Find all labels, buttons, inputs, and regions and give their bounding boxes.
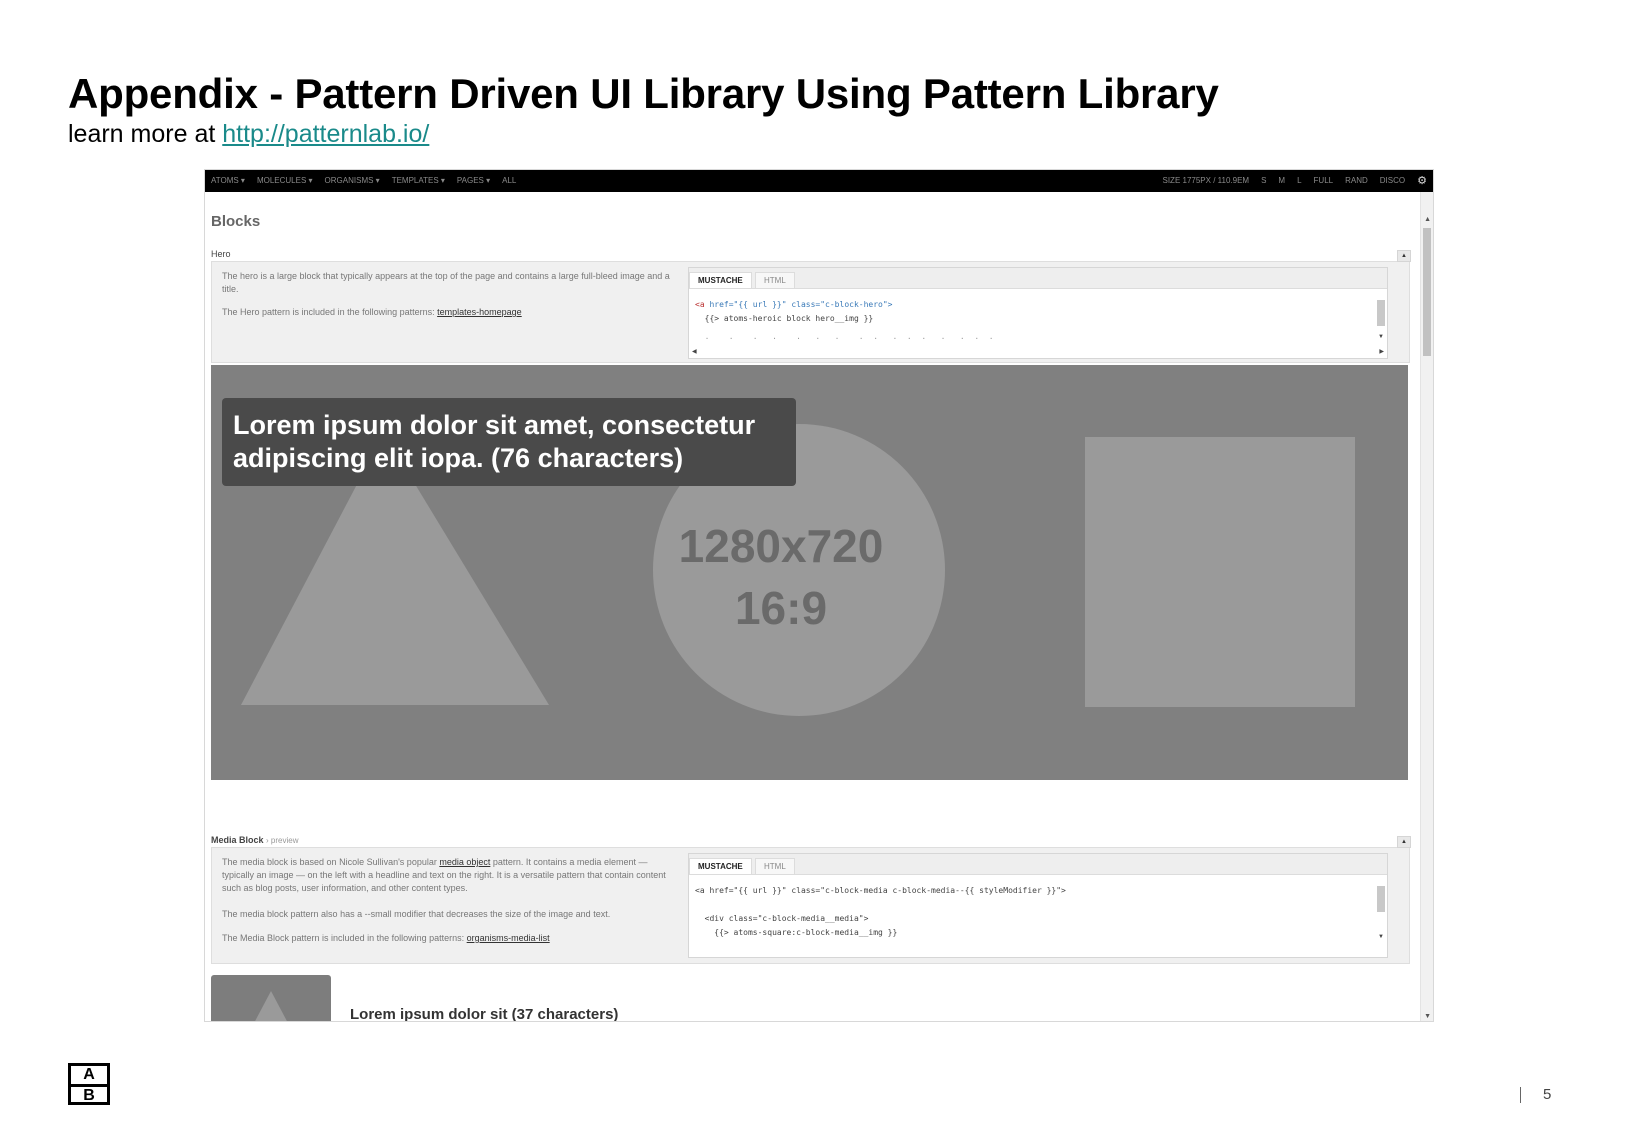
size-disco-button[interactable]: DISCO	[1380, 176, 1405, 185]
hero-code-line-1: <a href="{{ url }}" class="c-block-hero"…	[695, 298, 892, 312]
image-ratio-text: 16:9	[734, 582, 828, 634]
hero-code-line-2: {{> atoms-heroic block hero__img }}	[695, 314, 874, 323]
media-block-pattern-label[interactable]: Media Block › preview	[211, 835, 298, 845]
tab-html[interactable]: HTML	[755, 858, 795, 874]
image-size-text: 1280x720	[678, 520, 884, 572]
nav-item-pages[interactable]: PAGES ▾	[457, 176, 490, 185]
hero-pattern-label[interactable]: Hero	[211, 249, 231, 259]
hero-pattern-note: The Hero pattern is included in the foll…	[222, 306, 672, 319]
size-rand-button[interactable]: RAND	[1345, 176, 1368, 185]
nav-item-all[interactable]: ALL	[502, 176, 516, 185]
code-scroll-down-icon[interactable]: ▼	[1378, 934, 1384, 940]
slide-title: Appendix - Pattern Driven UI Library Usi…	[68, 70, 1219, 117]
hero-pattern-link[interactable]: templates-homepage	[437, 307, 522, 317]
code-scroll-down-icon[interactable]: ▼	[1378, 334, 1384, 340]
media-code-line-2: <div class="c-block-media__media">	[695, 914, 869, 923]
subtitle-prefix: learn more at	[68, 120, 223, 148]
media-desc-pre: The media block is based on Nicole Sulli…	[222, 857, 440, 867]
code-tabs: MUSTACHE HTML	[689, 854, 1387, 875]
media-code-line-1: <a href="{{ url }}" class="c-block-media…	[695, 886, 1066, 895]
media-object-link[interactable]: media object	[439, 857, 490, 867]
hero-image: 1280x720 16:9 Lorem ipsum dolor sit amet…	[211, 365, 1408, 780]
size-full-button[interactable]: FULL	[1314, 176, 1334, 185]
media-code-line-3: {{> atoms-square:c-block-media__img }}	[695, 928, 898, 937]
code-scrollbar[interactable]	[1377, 886, 1385, 912]
media-block-sublabel: › preview	[266, 836, 299, 845]
page-heading: Blocks	[211, 213, 261, 230]
tab-html[interactable]: HTML	[755, 272, 795, 288]
pattern-lab-screenshot: ATOMS ▾ MOLECULES ▾ ORGANISMS ▾ TEMPLATE…	[204, 169, 1434, 1022]
size-s-button[interactable]: S	[1261, 176, 1266, 185]
scroll-up-icon[interactable]: ▲	[1424, 216, 1431, 223]
media-block-label: Media Block	[211, 835, 264, 845]
gear-icon[interactable]: ⚙	[1417, 175, 1427, 186]
nav-item-organisms[interactable]: ORGANISMS ▾	[325, 176, 380, 185]
thumbnail-shape	[255, 991, 287, 1021]
code-scrollbar[interactable]	[1377, 300, 1385, 326]
hero-pattern-note-text: The Hero pattern is included in the foll…	[222, 307, 435, 317]
hero-description: The hero is a large block that typically…	[222, 271, 670, 294]
media-description: The media block is based on Nicole Sulli…	[222, 856, 677, 895]
code-scroll-right-icon[interactable]: ▶	[1379, 348, 1384, 355]
logo-letter-b: B	[71, 1084, 107, 1104]
media-description-2: The media block pattern also has a --sma…	[222, 909, 611, 919]
media-pattern-note: The Media Block pattern is included in t…	[222, 932, 672, 945]
ab-logo: A B	[68, 1063, 110, 1105]
logo-letter-a: A	[83, 1066, 95, 1083]
nav-menu: ATOMS ▾ MOLECULES ▾ ORGANISMS ▾ TEMPLATE…	[211, 176, 516, 185]
code-scroll-left-icon[interactable]: ◀	[692, 348, 1384, 355]
page-scrollbar[interactable]: ▲ ▼	[1420, 192, 1433, 1021]
media-thumbnail	[211, 975, 331, 1021]
page-number: 5	[1543, 1086, 1552, 1103]
collapse-arrow-icon[interactable]: ▲	[1397, 250, 1411, 262]
hero-code-viewer: MUSTACHE HTML <a href="{{ url }}" class=…	[688, 267, 1388, 359]
nav-item-molecules[interactable]: MOLECULES ▾	[257, 176, 313, 185]
triangle-shape	[255, 991, 287, 1021]
media-pattern-note-text: The Media Block pattern is included in t…	[222, 933, 465, 943]
hero-code-line-3: · · · · · · · · · · · · · · · ·	[695, 334, 994, 343]
collapse-arrow-icon[interactable]: ▲	[1397, 836, 1411, 848]
scroll-down-icon[interactable]: ▼	[1424, 1013, 1431, 1020]
scrollbar-thumb[interactable]	[1423, 228, 1431, 356]
media-headline: Lorem ipsum dolor sit (37 characters)	[350, 1006, 619, 1022]
code-tag: <a	[695, 300, 705, 309]
nav-item-templates[interactable]: TEMPLATES ▾	[392, 176, 445, 185]
pattern-lab-nav: ATOMS ▾ MOLECULES ▾ ORGANISMS ▾ TEMPLATE…	[205, 170, 1433, 192]
hero-info-panel: ▲ The hero is a large block that typical…	[211, 250, 1411, 363]
code-attrs: href="{{ url }}" class="c-block-hero">	[704, 300, 893, 309]
size-readout: SIZE 1775PX / 110.9EM	[1162, 176, 1250, 185]
size-l-button[interactable]: L	[1297, 176, 1301, 185]
media-pattern-link[interactable]: organisms-media-list	[467, 933, 550, 943]
code-tabs: MUSTACHE HTML	[689, 268, 1387, 289]
viewport-controls: SIZE 1775PX / 110.9EM S M L FULL RAND DI…	[1162, 175, 1428, 186]
image-dimensions: 1280x720 16:9	[671, 515, 891, 639]
slide-subtitle: learn more at http://patternlab.io/	[68, 120, 429, 149]
size-m-button[interactable]: M	[1278, 176, 1285, 185]
tab-mustache[interactable]: MUSTACHE	[689, 272, 752, 288]
square-shape	[1085, 437, 1355, 707]
patternlab-link[interactable]: http://patternlab.io/	[222, 120, 429, 148]
media-code-viewer: MUSTACHE HTML <a href="{{ url }}" class=…	[688, 853, 1388, 958]
hero-title-box: Lorem ipsum dolor sit amet, consectetur …	[222, 398, 796, 486]
page-number-divider	[1520, 1087, 1521, 1103]
nav-item-atoms[interactable]: ATOMS ▾	[211, 176, 245, 185]
tab-mustache[interactable]: MUSTACHE	[689, 858, 752, 874]
media-info-panel: ▲ The media block is based on Nicole Sul…	[211, 836, 1411, 964]
hero-title: Lorem ipsum dolor sit amet, consectetur …	[233, 410, 756, 473]
